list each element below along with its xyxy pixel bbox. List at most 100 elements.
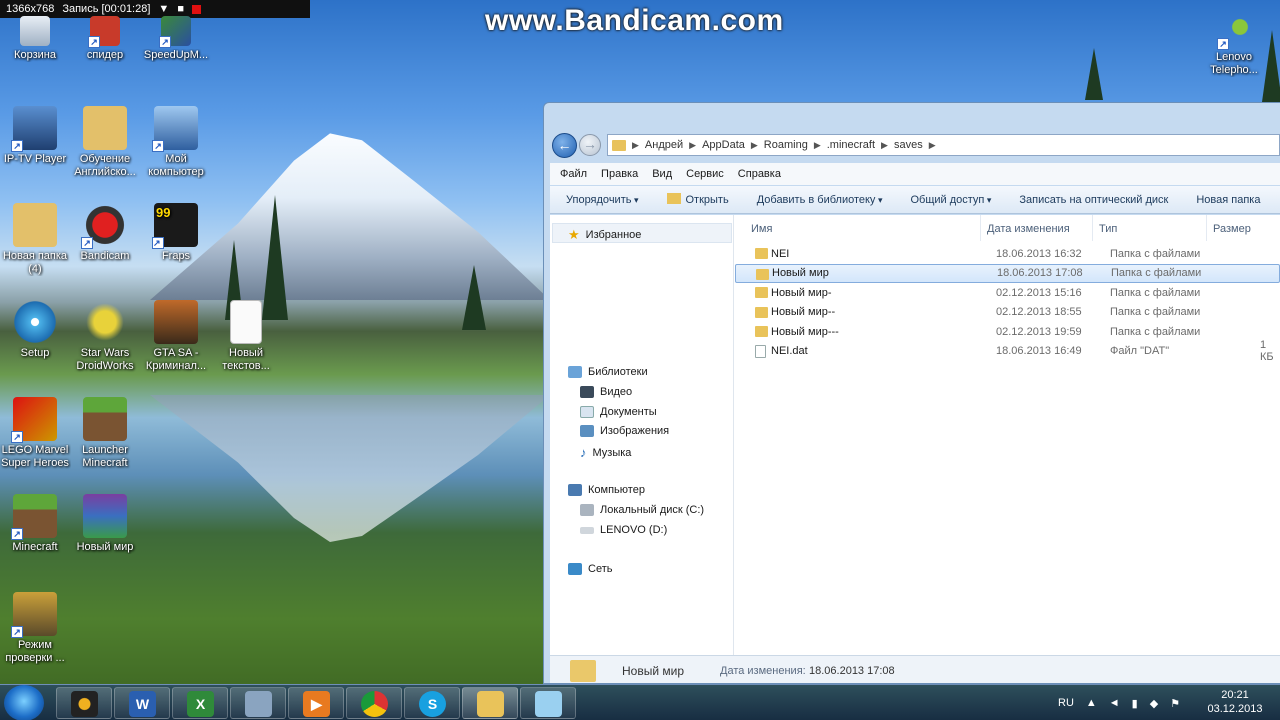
device-icon[interactable]: ◆ <box>1150 697 1158 710</box>
file-icon <box>755 344 766 358</box>
language-indicator[interactable]: RU <box>1058 697 1074 709</box>
desktop-icon-speedup[interactable]: ↗ SpeedUpM... <box>140 16 212 62</box>
desktop-icon-bandicam[interactable]: ↗ Bandicam <box>69 203 141 263</box>
file-row-selected[interactable]: Новый мир 18.06.2013 17:08 Папка с файлами <box>735 263 1280 283</box>
desktop-icon-minecraft[interactable]: ↗ Minecraft <box>0 494 71 554</box>
menu-edit[interactable]: Правка <box>601 168 638 180</box>
start-button[interactable] <box>4 685 44 720</box>
bandicam-icon: ↗ <box>81 203 127 249</box>
nav-network[interactable]: Сеть <box>568 563 612 575</box>
breadcrumb-item[interactable]: .minecraft <box>827 139 875 151</box>
column-type[interactable]: Тип <box>1093 215 1207 241</box>
command-bar: Упорядочить Открыть Добавить в библиотек… <box>550 186 1280 214</box>
folder-icon <box>755 326 768 337</box>
desktop-icon-new-world[interactable]: Новый мир <box>69 494 141 554</box>
navigation-pane: ★ Избранное Библиотеки Видео Документы Из… <box>550 215 734 655</box>
system-tray: RU ▲ ◄ ▮ ◆ ⚑ <box>1058 685 1180 720</box>
address-bar[interactable]: ▶ Андрей ▶ AppData ▶ Roaming ▶ .minecraft ▶ … <box>607 134 1280 156</box>
volume-icon[interactable]: ◄ <box>1109 697 1120 709</box>
watermark: www.Bandicam.com <box>485 4 784 37</box>
desktop-icon-launcher[interactable]: Launcher Minecraft <box>69 397 141 470</box>
recycle-bin-icon <box>20 16 50 46</box>
grass-block-icon <box>83 397 127 441</box>
tree <box>1085 48 1103 100</box>
nav-favorites[interactable]: ★ Избранное <box>568 227 641 243</box>
breadcrumb-item[interactable]: Roaming <box>764 139 808 151</box>
desktop-icon-iptv[interactable]: ↗ IP-TV Player <box>0 106 71 166</box>
flag-icon[interactable]: ⚑ <box>1170 697 1180 710</box>
stop-icon[interactable] <box>191 4 201 14</box>
camera-icon[interactable]: ■ <box>177 3 184 15</box>
desktop-icon-text-file[interactable]: Новый текстов... <box>210 300 282 373</box>
forward-arrow-icon[interactable]: → <box>579 134 601 156</box>
computer-icon: ↗ <box>152 106 198 152</box>
explorer-window[interactable]: ← → ▶ Андрей ▶ AppData ▶ Roaming ▶ .minecra… <box>543 102 1280 684</box>
taskbar-explorer[interactable] <box>462 687 518 719</box>
excel-icon: X <box>187 691 214 717</box>
organize-button[interactable]: Упорядочить <box>566 194 639 206</box>
column-name[interactable]: Имя <box>735 215 981 241</box>
hard-drive-icon <box>580 504 594 516</box>
nav-video[interactable]: Видео <box>580 386 632 398</box>
tray-expand-icon[interactable]: ▲ <box>1086 697 1097 709</box>
file-row[interactable]: Новый мир--- 02.12.2013 19:59 Папка с файл… <box>735 322 1280 342</box>
breadcrumb-item[interactable]: saves <box>894 139 923 151</box>
desktop-icon-recycle-bin[interactable]: Корзина <box>0 16 71 62</box>
open-button[interactable]: Открыть <box>666 193 729 206</box>
desktop-icon-my-computer[interactable]: ↗ Мой компьютер <box>140 106 212 179</box>
taskbar-media-player[interactable] <box>56 687 112 719</box>
burn-button[interactable]: Записать на оптический диск <box>1019 194 1168 206</box>
desktop-icon-starwars[interactable]: Star Wars DroidWorks <box>69 300 141 373</box>
file-row[interactable]: NEI.dat 18.06.2013 16:49 Файл "DAT" 1 КБ <box>735 339 1280 363</box>
spider-icon: ↗ <box>88 16 120 48</box>
nav-documents[interactable]: Документы <box>580 406 657 418</box>
selected-name: Новый мир <box>622 663 685 678</box>
file-row[interactable]: Новый мир-- 02.12.2013 18:55 Папка с файла… <box>735 303 1280 323</box>
network-icon[interactable]: ▮ <box>1132 697 1138 710</box>
skype-icon: S <box>419 691 446 717</box>
desktop-icon-setup[interactable]: Setup <box>0 300 71 360</box>
desktop-icon-english[interactable]: Обучение Английско... <box>69 106 141 179</box>
desktop-icon-check-mode[interactable]: ↗ Режим проверки ... <box>0 592 71 665</box>
nav-music[interactable]: ♪ Музыка <box>580 445 631 460</box>
modified-value: 18.06.2013 17:08 <box>809 664 895 677</box>
nav-drive-c[interactable]: Локальный диск (C:) <box>580 504 704 516</box>
column-headers: Имя Дата изменения Тип Размер <box>735 215 1280 241</box>
menu-tools[interactable]: Сервис <box>686 168 724 180</box>
desktop-icon-gta[interactable]: GTA SA - Криминал... <box>140 300 212 373</box>
explorer-folder-icon <box>477 691 504 717</box>
breadcrumb-item[interactable]: AppData <box>702 139 745 151</box>
breadcrumb-item[interactable]: Андрей <box>645 139 683 151</box>
taskbar-calculator[interactable] <box>230 687 286 719</box>
file-row[interactable]: Новый мир- 02.12.2013 15:16 Папка с файлам… <box>735 283 1280 303</box>
desktop-icon-lego[interactable]: ↗ LEGO Marvel Super Heroes <box>0 397 71 470</box>
column-size[interactable]: Размер <box>1207 215 1277 241</box>
desktop-icon-spider[interactable]: ↗ спидер <box>69 16 141 62</box>
file-row[interactable]: NEI 18.06.2013 16:32 Папка с файлами <box>735 244 1280 264</box>
column-date[interactable]: Дата изменения <box>981 215 1093 241</box>
share-button[interactable]: Общий доступ <box>910 194 991 206</box>
taskbar-skype[interactable]: S <box>404 687 460 719</box>
menu-file[interactable]: Файл <box>560 168 587 180</box>
desktop-icon-new-folder[interactable]: Новая папка (4) <box>0 203 71 276</box>
nav-drive-d[interactable]: LENOVO (D:) <box>580 524 667 536</box>
clock[interactable]: 20:21 03.12.2013 <box>1200 688 1270 716</box>
taskbar-word[interactable]: W <box>114 687 170 719</box>
nav-libraries[interactable]: Библиотеки <box>568 366 648 378</box>
desktop-icon-fraps[interactable]: 99 ↗ Fraps <box>140 203 212 263</box>
nav-images[interactable]: Изображения <box>580 425 669 437</box>
new-folder-button[interactable]: Новая папка <box>1196 194 1260 206</box>
desktop-icon-lenovo[interactable]: ↗ Lenovo Telepho... <box>1198 18 1270 77</box>
menu-view[interactable]: Вид <box>652 168 672 180</box>
back-arrow-icon[interactable]: ← <box>552 132 577 158</box>
nav-computer[interactable]: Компьютер <box>568 484 645 496</box>
taskbar-notes[interactable] <box>520 687 576 719</box>
folder-icon <box>83 106 127 150</box>
taskbar-video[interactable]: ▶ <box>288 687 344 719</box>
taskbar-chrome[interactable] <box>346 687 402 719</box>
file-list: NEI 18.06.2013 16:32 Папка с файлами Новый… <box>735 244 1280 363</box>
menu-help[interactable]: Справка <box>738 168 781 180</box>
taskbar-excel[interactable]: X <box>172 687 228 719</box>
pause-icon[interactable]: ▼ <box>158 3 169 15</box>
add-to-library-button[interactable]: Добавить в библиотеку <box>757 194 883 206</box>
